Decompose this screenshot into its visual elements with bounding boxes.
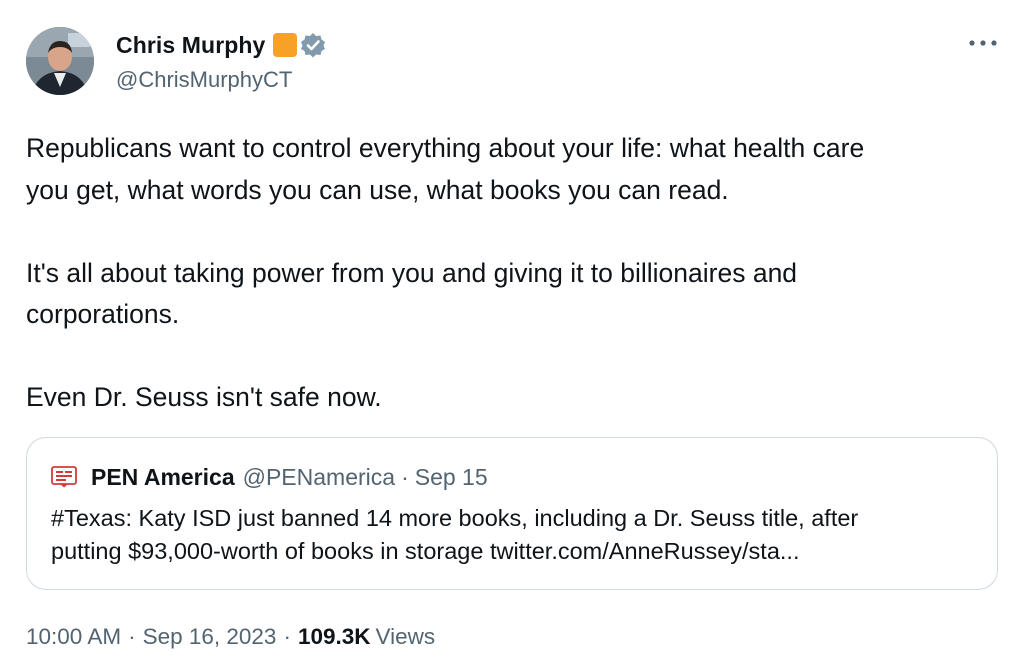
- tweet-line: corporations.: [26, 299, 180, 329]
- quoted-tweet-line: #Texas: Katy ISD just banned 14 more boo…: [51, 505, 859, 531]
- quoted-author-name: PEN America: [91, 463, 235, 490]
- tweet-line: Even Dr. Seuss isn't safe now.: [26, 382, 382, 412]
- pen-america-logo-icon: [51, 466, 77, 488]
- quoted-author-handle: @PENamerica: [242, 463, 396, 490]
- author-display-name[interactable]: Chris Murphy: [116, 32, 265, 59]
- tweet-line: you get, what words you can use, what bo…: [26, 174, 729, 205]
- separator-dot: ·: [128, 624, 136, 649]
- tweet-date[interactable]: Sep 16, 2023: [143, 624, 277, 650]
- separator-dot: ·: [401, 463, 409, 490]
- tweet-line: Republicans want to control everything a…: [26, 133, 865, 163]
- avatar[interactable]: [26, 27, 94, 95]
- quoted-tweet-header: PEN America @PENamerica · Sep 15: [51, 462, 488, 492]
- tweet-text: Republicans want to control everything a…: [26, 128, 1001, 419]
- tweet-meta: 10:00 AM · Sep 16, 2023 · 109.3K Views: [26, 620, 435, 654]
- orange-square-badge-icon: [273, 33, 298, 57]
- author-name-row: Chris Murphy: [116, 30, 327, 60]
- views-count[interactable]: 109.3K: [298, 624, 371, 650]
- verified-badge-icon: [301, 33, 326, 58]
- author-handle[interactable]: @ChrisMurphyCT: [116, 67, 292, 93]
- views-label: Views: [375, 624, 436, 649]
- tweet-line: It's all about taking power from you and…: [26, 257, 798, 288]
- quoted-tweet-card[interactable]: PEN America @PENamerica · Sep 15 #Texas:…: [26, 437, 998, 590]
- tweet-time[interactable]: 10:00 AM: [26, 624, 121, 650]
- avatar-image: [26, 27, 94, 95]
- separator-dot: ·: [283, 624, 291, 649]
- quoted-tweet-text: #Texas: Katy ISD just banned 14 more boo…: [51, 502, 981, 568]
- quoted-tweet-date[interactable]: Sep 15: [415, 464, 488, 491]
- quoted-tweet-line: putting $93,000-worth of books in storag…: [51, 538, 800, 564]
- more-horizontal-icon[interactable]: [968, 36, 998, 50]
